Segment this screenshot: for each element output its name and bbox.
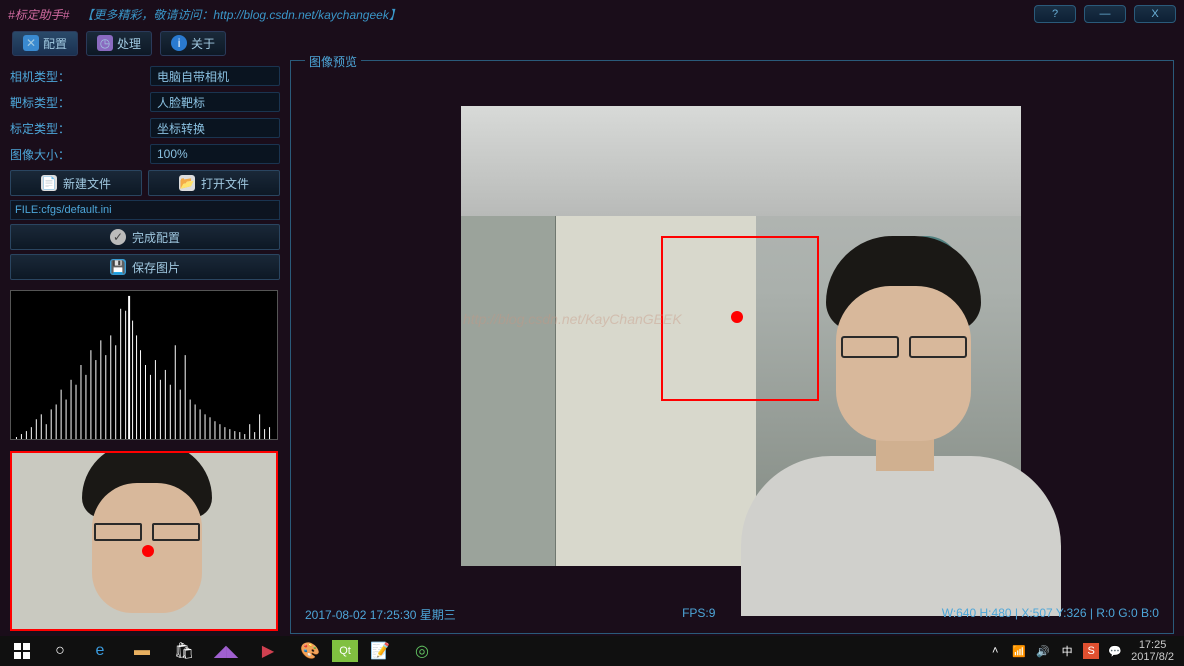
new-file-icon: 📄	[41, 175, 57, 191]
face-thumbnail	[10, 451, 278, 631]
clock-time: 17:25	[1131, 639, 1174, 651]
config-tab[interactable]: ✕ 配置	[12, 31, 78, 56]
clock-date: 2017/8/2	[1131, 651, 1174, 663]
app-icon-1[interactable]: ▶	[248, 637, 288, 665]
about-tab[interactable]: i 关于	[160, 31, 226, 56]
save-icon: 💾	[110, 259, 126, 275]
detection-point-icon	[731, 311, 743, 323]
about-tab-label: 关于	[191, 35, 215, 52]
wifi-icon[interactable]: 📶	[1011, 643, 1027, 659]
explorer-icon[interactable]: ▬	[122, 637, 162, 665]
save-image-button[interactable]: 💾 保存图片	[10, 254, 280, 280]
store-icon[interactable]: 🛍	[164, 637, 204, 665]
new-file-label: 新建文件	[63, 175, 111, 192]
sogou-icon[interactable]: S	[1083, 643, 1099, 659]
status-info: W:640 H:480 | X:507 Y:326 | R:0 G:0 B:0	[942, 606, 1159, 623]
finish-config-button[interactable]: ✓ 完成配置	[10, 224, 280, 250]
info-icon: i	[171, 35, 187, 51]
new-file-button[interactable]: 📄 新建文件	[10, 170, 142, 196]
action-center-icon[interactable]: 💬	[1107, 643, 1123, 659]
app-icon-2[interactable]: ◎	[402, 637, 442, 665]
camera-type-select[interactable]: 电脑自带相机	[150, 66, 280, 86]
status-fps: FPS:9	[682, 606, 715, 623]
image-size-label: 图像大小：	[10, 146, 150, 163]
notepad-icon[interactable]: 📝	[360, 637, 400, 665]
calib-type-label: 标定类型：	[10, 120, 150, 137]
cortana-icon[interactable]: ○	[42, 637, 78, 665]
face-point-icon	[142, 545, 154, 557]
finish-config-label: 完成配置	[132, 229, 180, 246]
process-icon: ◷	[97, 35, 113, 51]
wrench-icon: ✕	[23, 35, 39, 51]
check-icon: ✓	[110, 229, 126, 245]
volume-icon[interactable]: 🔊	[1035, 643, 1051, 659]
preview-panel: 图像预览 http://blog.csdn.net/KayChanGEEK 20…	[290, 60, 1174, 634]
taskbar: ○ e ▬ 🛍 ◢◣ ▶ 🎨 Qt 📝 ◎ ˄ 📶 🔊 中 S 💬 17:25 …	[0, 636, 1184, 666]
process-tab-label: 处理	[117, 35, 141, 52]
open-file-label: 打开文件	[201, 175, 249, 192]
left-panel: 相机类型： 电脑自带相机 靶标类型： 人脸靶标 标定类型： 坐标转换 图像大小：…	[0, 58, 290, 636]
ime-icon[interactable]: 中	[1059, 643, 1075, 659]
status-bar: 2017-08-02 17:25:30 星期三 FPS:9 W:640 H:48…	[305, 606, 1159, 623]
titlebar: #标定助手# 【更多精彩，敬请访问：http://blog.csdn.net/k…	[0, 0, 1184, 28]
target-type-label: 靶标类型：	[10, 94, 150, 111]
target-type-select[interactable]: 人脸靶标	[150, 92, 280, 112]
open-file-icon: 📂	[179, 175, 195, 191]
open-file-button[interactable]: 📂 打开文件	[148, 170, 280, 196]
taskbar-clock[interactable]: 17:25 2017/8/2	[1131, 639, 1174, 663]
app-subtitle: 【更多精彩，敬请访问：http://blog.csdn.net/kaychang…	[81, 6, 400, 23]
status-timestamp: 2017-08-02 17:25:30 星期三	[305, 606, 456, 623]
preview-title: 图像预览	[305, 53, 361, 70]
edge-icon[interactable]: e	[80, 637, 120, 665]
close-button[interactable]: X	[1134, 5, 1176, 23]
start-button[interactable]	[4, 637, 40, 665]
tray-up-icon[interactable]: ˄	[987, 643, 1003, 659]
histogram-display	[10, 290, 278, 440]
visual-studio-icon[interactable]: ◢◣	[206, 637, 246, 665]
help-button[interactable]: ?	[1034, 5, 1076, 23]
process-tab[interactable]: ◷ 处理	[86, 31, 152, 56]
image-size-select[interactable]: 100%	[150, 144, 280, 164]
file-path-display: FILE:cfgs/default.ini	[10, 200, 280, 220]
watermark: http://blog.csdn.net/KayChanGEEK	[463, 311, 682, 327]
qt-icon[interactable]: Qt	[332, 640, 358, 662]
camera-type-label: 相机类型：	[10, 68, 150, 85]
colorwheel-icon[interactable]: 🎨	[290, 637, 330, 665]
calib-type-select[interactable]: 坐标转换	[150, 118, 280, 138]
minimize-button[interactable]: —	[1084, 5, 1126, 23]
app-title: #标定助手#	[8, 6, 69, 23]
toolbar: ✕ 配置 ◷ 处理 i 关于	[0, 28, 1184, 58]
save-image-label: 保存图片	[132, 259, 180, 276]
config-tab-label: 配置	[43, 35, 67, 52]
